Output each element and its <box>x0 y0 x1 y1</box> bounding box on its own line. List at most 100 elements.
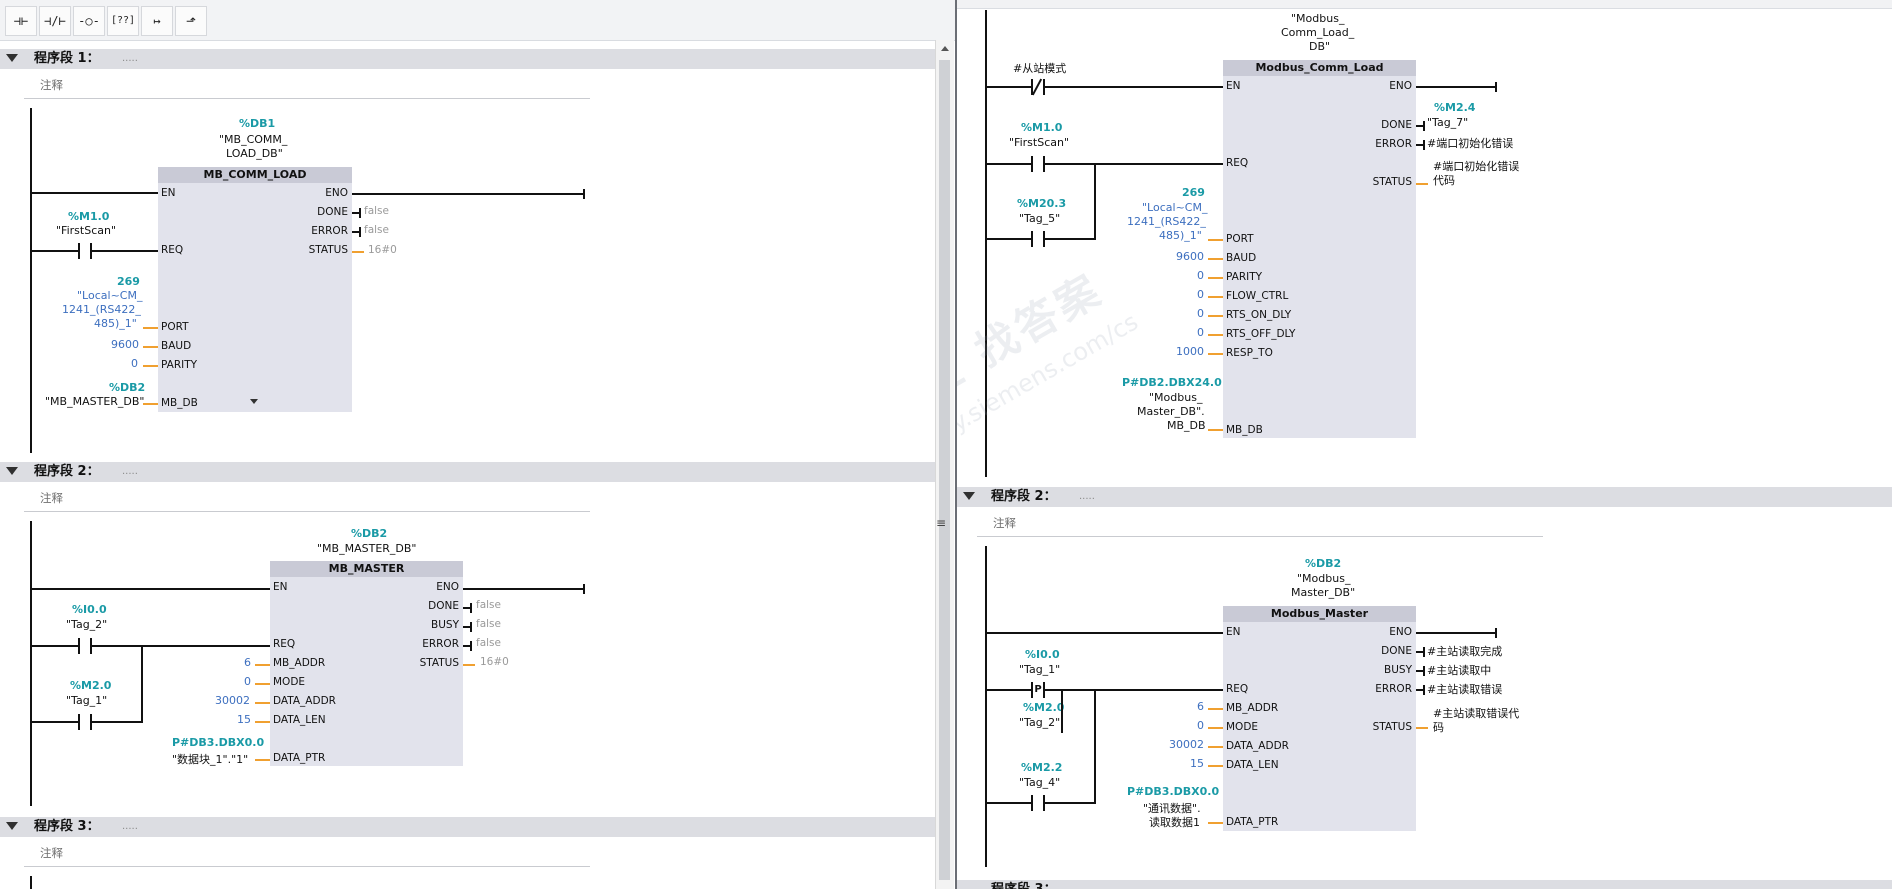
error-tag[interactable]: #主站读取错误 <box>1427 681 1502 697</box>
port-tag[interactable]: "Local~CM_ <box>1142 201 1207 214</box>
open-branch-icon[interactable]: ↦ <box>141 6 173 36</box>
contact-2-tag[interactable]: "Tag_1" <box>66 694 107 707</box>
network-title-placeholder[interactable]: ..... <box>122 462 138 482</box>
done-address[interactable]: %M2.4 <box>1434 101 1475 114</box>
db-name-line3[interactable]: DB" <box>1309 40 1330 53</box>
db-name-line2[interactable]: Comm_Load_ <box>1281 26 1354 39</box>
collapse-triangle-icon[interactable] <box>6 54 18 62</box>
db-name-line2[interactable]: Master_DB" <box>1291 586 1355 599</box>
no-contact[interactable] <box>78 638 92 654</box>
network-title-placeholder[interactable]: ..... <box>1079 487 1095 507</box>
mb-db-tag-line3[interactable]: MB_DB <box>1167 419 1206 432</box>
data-ptr-address[interactable]: P#DB3.DBX0.0 <box>172 736 264 749</box>
contact-2-tag[interactable]: "Tag_2" <box>1019 716 1060 729</box>
network-3-header[interactable]: 程序段 3： ..... <box>0 817 935 837</box>
contact-1-address[interactable]: %I0.0 <box>1025 648 1060 661</box>
contact-2-address[interactable]: %M2.0 <box>70 679 111 692</box>
port-tag-line2[interactable]: 1241_(RS422_ <box>62 303 141 316</box>
empty-box-icon[interactable]: [??] <box>107 6 139 36</box>
busy-tag[interactable]: #主站读取中 <box>1427 662 1491 678</box>
db-name[interactable]: "MB_COMM_ <box>219 133 287 146</box>
no-contact[interactable] <box>1031 795 1045 811</box>
data-ptr-tag[interactable]: "数据块_1"."1" <box>172 751 248 767</box>
network-comment[interactable]: 注释 <box>993 515 1016 531</box>
port-value[interactable]: 269 <box>117 275 140 288</box>
contact-1-address[interactable]: %I0.0 <box>72 603 107 616</box>
collapse-triangle-icon[interactable] <box>6 822 18 830</box>
done-tag[interactable]: "Tag_7" <box>1427 116 1468 129</box>
data-len-value[interactable]: 15 <box>237 713 251 726</box>
port-tag-line2[interactable]: 1241_(RS422_ <box>1127 215 1206 228</box>
port-tag-line3[interactable]: 485)_1" <box>94 317 137 330</box>
network-comment[interactable]: 注释 <box>40 845 63 861</box>
nc-contact-icon[interactable]: ⊣/⊢ <box>39 6 71 36</box>
mb-master-block[interactable]: MB_MASTER EN REQ MB_ADDR MODE DATA_ADDR … <box>270 561 463 766</box>
db-name[interactable]: "MB_MASTER_DB" <box>317 542 416 555</box>
db-name[interactable]: "Modbus_ <box>1297 572 1350 585</box>
modbus-comm-load-block[interactable]: Modbus_Comm_Load EN REQ PORT BAUD PARITY… <box>1223 60 1416 438</box>
collapse-triangle-icon[interactable] <box>6 467 18 475</box>
nc-contact[interactable] <box>1031 79 1045 95</box>
status-tag[interactable]: #主站读取错误代 <box>1433 705 1519 721</box>
db-address[interactable]: %DB2 <box>1305 557 1341 570</box>
scroll-up-icon[interactable] <box>941 46 949 51</box>
req-tag[interactable]: "FirstScan" <box>56 224 116 237</box>
collapse-triangle-icon[interactable] <box>963 492 975 500</box>
parity-value[interactable]: 0 <box>131 357 138 370</box>
db-address[interactable]: %DB2 <box>351 527 387 540</box>
db-address[interactable]: %DB1 <box>239 117 275 130</box>
no-contact[interactable] <box>1031 231 1045 247</box>
contact-1-tag[interactable]: "Tag_1" <box>1019 663 1060 676</box>
network-title-placeholder[interactable]: ..... <box>122 817 138 837</box>
vertical-scrollbar[interactable] <box>935 40 954 889</box>
contact-3-address[interactable]: %M2.2 <box>1021 761 1062 774</box>
data-addr-value[interactable]: 30002 <box>215 694 250 707</box>
port-tag-line3[interactable]: 485)_1" <box>1159 229 1202 242</box>
mb-addr-value[interactable]: 6 <box>1197 700 1204 713</box>
data-addr-value[interactable]: 30002 <box>1169 738 1204 751</box>
slave-mode-tag[interactable]: #从站模式 <box>1013 60 1066 76</box>
status-tag-line2[interactable]: 码 <box>1433 719 1444 735</box>
p-trig-contact[interactable]: P <box>1031 682 1045 698</box>
network-comment[interactable]: 注释 <box>40 77 63 93</box>
db-name-line2[interactable]: LOAD_DB" <box>226 147 283 160</box>
db-name[interactable]: "Modbus_ <box>1291 12 1344 25</box>
data-ptr-tag-line2[interactable]: 读取数据1 <box>1149 814 1200 830</box>
expand-pins-icon[interactable] <box>250 399 258 404</box>
flow-ctrl-value[interactable]: 0 <box>1197 288 1204 301</box>
modbus-master-block[interactable]: Modbus_Master EN REQ MB_ADDR MODE DATA_A… <box>1223 606 1416 831</box>
port-value[interactable]: 269 <box>1182 186 1205 199</box>
scroll-thumb[interactable] <box>939 60 950 880</box>
req-address[interactable]: %M1.0 <box>68 210 109 223</box>
mode-value[interactable]: 0 <box>1197 719 1204 732</box>
network-title-placeholder[interactable]: ..... <box>122 49 138 69</box>
rts-off-value[interactable]: 0 <box>1197 326 1204 339</box>
network-2-header[interactable]: 程序段 2： ..... <box>957 487 1892 507</box>
contact-2-address[interactable]: %M20.3 <box>1017 197 1066 210</box>
coil-icon[interactable]: -○- <box>73 6 105 36</box>
network-comment[interactable]: 注释 <box>40 490 63 506</box>
baud-value[interactable]: 9600 <box>111 338 139 351</box>
data-len-value[interactable]: 15 <box>1190 757 1204 770</box>
rts-on-value[interactable]: 0 <box>1197 307 1204 320</box>
mb-db-tag[interactable]: "MB_MASTER_DB" <box>45 395 144 408</box>
done-tag[interactable]: #主站读取完成 <box>1427 643 1502 659</box>
parity-value[interactable]: 0 <box>1197 269 1204 282</box>
mb-db-tag[interactable]: "Modbus_ <box>1149 391 1202 404</box>
network-2-header[interactable]: 程序段 2： ..... <box>0 462 935 482</box>
contact-2-address[interactable]: %M2.0 <box>1023 701 1064 714</box>
error-tag[interactable]: #端口初始化错误 <box>1427 135 1513 151</box>
mb-addr-value[interactable]: 6 <box>244 656 251 669</box>
status-tag-line2[interactable]: 代码 <box>1433 172 1455 188</box>
contact-3-tag[interactable]: "Tag_4" <box>1019 776 1060 789</box>
baud-value[interactable]: 9600 <box>1176 250 1204 263</box>
no-contact[interactable] <box>78 714 92 730</box>
mb-db-address[interactable]: P#DB2.DBX24.0 <box>1122 376 1222 389</box>
req-tag[interactable]: "FirstScan" <box>1009 136 1069 149</box>
mb-comm-load-block[interactable]: MB_COMM_LOAD EN REQ PORT BAUD PARITY MB_… <box>158 167 352 412</box>
network-3-header[interactable]: 程序段 3： <box>957 880 1892 889</box>
mode-value[interactable]: 0 <box>244 675 251 688</box>
no-contact[interactable] <box>78 243 92 259</box>
data-ptr-address[interactable]: P#DB3.DBX0.0 <box>1127 785 1219 798</box>
no-contact-icon[interactable]: ⊣⊢ <box>5 6 37 36</box>
